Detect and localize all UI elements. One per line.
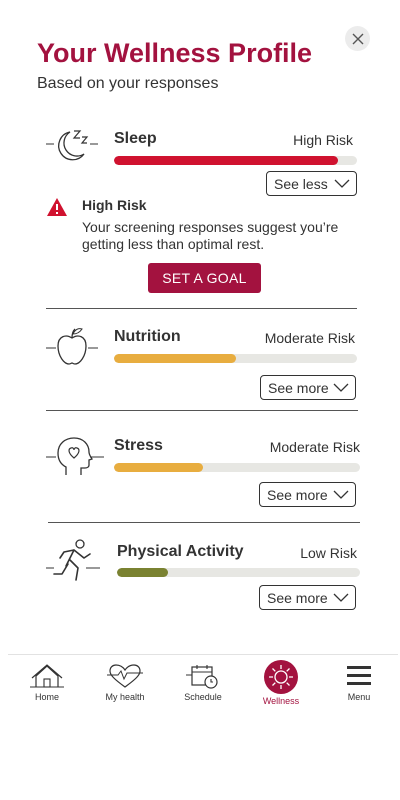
risk-level: Moderate Risk [264, 330, 355, 346]
risk-bar-fill [114, 156, 338, 165]
risk-bar [114, 156, 357, 165]
see-more-button[interactable]: See more [260, 375, 356, 400]
risk-bar [114, 354, 357, 363]
apple-icon [46, 328, 98, 365]
nav-item-menu[interactable]: Menu [324, 663, 394, 702]
nav-label: Menu [347, 692, 371, 702]
risk-bar-fill [114, 354, 236, 363]
risk-bar-fill [114, 463, 203, 472]
nav-item-my-health[interactable]: My health [90, 663, 160, 702]
nav-label: Schedule [184, 692, 222, 702]
running-person-icon [46, 539, 100, 581]
detail-text: Your screening responses suggest you’re … [82, 219, 339, 252]
bottom-navigation: Home My health Schedule Wellness Menu [8, 654, 398, 715]
risk-bar [114, 463, 360, 472]
close-icon [352, 33, 363, 44]
chevron-down-icon [333, 383, 349, 392]
category-name: Stress [114, 437, 163, 454]
divider [46, 410, 358, 411]
risk-bar-fill [117, 568, 169, 577]
page-subtitle: Based on your responses [37, 75, 219, 92]
toggle-label: See more [268, 379, 329, 396]
risk-level: Low Risk [300, 545, 357, 561]
see-more-button[interactable]: See more [259, 585, 356, 610]
toggle-label: See less [274, 175, 328, 192]
divider [48, 522, 360, 523]
page-title: Your Wellness Profile [37, 38, 313, 68]
close-button[interactable] [345, 26, 370, 51]
head-heart-icon [46, 437, 104, 475]
heart-pulse-icon [107, 664, 143, 688]
category-name: Physical Activity [117, 543, 244, 560]
divider [46, 308, 357, 309]
see-more-button[interactable]: See more [259, 482, 356, 507]
toggle-label: See more [267, 486, 328, 503]
detail-title: High Risk [82, 197, 147, 213]
category-name: Nutrition [114, 328, 181, 345]
alert-icon [47, 198, 67, 216]
risk-bar [117, 568, 360, 577]
chevron-up-down-icon [334, 179, 350, 188]
nav-label: Wellness [262, 696, 300, 706]
nav-item-home[interactable]: Home [12, 663, 82, 702]
nav-label: My health [105, 692, 145, 702]
sleep-moon-icon [46, 130, 98, 161]
calendar-clock-icon [186, 665, 218, 689]
home-icon [30, 664, 64, 688]
risk-level: Moderate Risk [269, 439, 360, 455]
see-less-button[interactable]: See less [266, 171, 357, 196]
chevron-down-icon [333, 593, 349, 602]
risk-level: High Risk [293, 132, 353, 148]
nav-item-schedule[interactable]: Schedule [168, 663, 238, 702]
set-goal-button[interactable]: SET A GOAL [148, 263, 261, 293]
wellness-sun-icon [264, 660, 298, 694]
hamburger-menu-icon [347, 666, 371, 685]
nav-label: Home [34, 692, 59, 702]
category-name: Sleep [114, 130, 157, 147]
chevron-down-icon [333, 490, 349, 499]
toggle-label: See more [267, 589, 328, 606]
nav-item-wellness[interactable]: Wellness [246, 659, 316, 706]
